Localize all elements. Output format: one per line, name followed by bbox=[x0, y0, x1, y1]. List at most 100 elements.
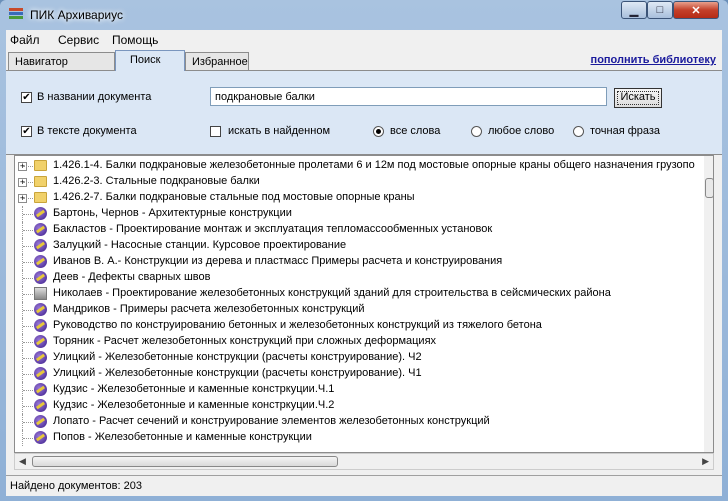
horizontal-scrollbar[interactable]: ◀ ▶ bbox=[14, 453, 714, 470]
document-icon bbox=[34, 287, 47, 300]
tree-connector bbox=[23, 246, 33, 247]
result-row[interactable]: Торяник - Расчет железобетонных конструк… bbox=[15, 334, 705, 350]
menu-file[interactable]: Файл bbox=[10, 33, 40, 47]
in-found-label: искать в найденном bbox=[228, 125, 331, 137]
any-word-radio[interactable] bbox=[471, 126, 482, 137]
tree-connector bbox=[23, 182, 33, 183]
result-row[interactable]: Мандриков - Примеры расчета железобетонн… bbox=[15, 302, 705, 318]
tree-connector bbox=[23, 294, 33, 295]
window-title: ПИК Архивариус bbox=[30, 8, 123, 22]
maximize-button[interactable]: □ bbox=[647, 1, 673, 19]
scroll-right-icon[interactable]: ▶ bbox=[702, 456, 709, 467]
tab-strip: Навигатор Поиск Избранное пополнить библ… bbox=[6, 50, 722, 71]
in-title-checkbox[interactable]: ✔ bbox=[21, 92, 32, 103]
result-title: Бакластов - Проектирование монтаж и эксп… bbox=[53, 223, 493, 235]
book-icon bbox=[34, 239, 47, 252]
app-books-icon bbox=[9, 8, 23, 19]
book-icon bbox=[34, 351, 47, 364]
horizontal-scroll-thumb[interactable] bbox=[32, 456, 338, 467]
tree-connector bbox=[23, 278, 33, 279]
tree-connector bbox=[23, 326, 33, 327]
search-panel: ✔ В названии документа Искать ✔ В тексте… bbox=[6, 71, 722, 155]
result-row[interactable]: Руководство по конструированию бетонных … bbox=[15, 318, 705, 334]
vertical-scrollbar[interactable] bbox=[704, 156, 713, 452]
close-icon: ✕ bbox=[691, 4, 701, 17]
book-icon bbox=[34, 399, 47, 412]
search-button[interactable]: Искать bbox=[614, 88, 662, 108]
tab-favorites[interactable]: Избранное bbox=[185, 52, 249, 70]
result-row[interactable]: Попов - Железобетонные и каменные констр… bbox=[15, 430, 705, 446]
result-row[interactable]: Улицкий - Железобетонные конструкции (ра… bbox=[15, 350, 705, 366]
title-bar[interactable]: ПИК Архивариус ▁ □ ✕ bbox=[0, 0, 728, 30]
tree-connector bbox=[23, 390, 33, 391]
tree-connector bbox=[23, 230, 33, 231]
vertical-scroll-thumb[interactable] bbox=[705, 178, 713, 198]
book-icon bbox=[34, 255, 47, 268]
in-text-checkbox[interactable]: ✔ bbox=[21, 126, 32, 137]
result-row[interactable]: +1.426.1-4. Балки подкрановые железобето… bbox=[15, 158, 705, 174]
exact-phrase-radio[interactable] bbox=[573, 126, 584, 137]
result-row[interactable]: Деев - Дефекты сварных швов bbox=[15, 270, 705, 286]
tree-connector bbox=[23, 374, 33, 375]
result-row[interactable]: Лопато - Расчет сечений и конструировани… bbox=[15, 414, 705, 430]
result-title: 1.426.1-4. Балки подкрановые железобетон… bbox=[53, 159, 695, 171]
tree-connector bbox=[23, 438, 33, 439]
book-icon bbox=[34, 367, 47, 380]
tree-connector bbox=[23, 198, 33, 199]
result-row[interactable]: Улицкий - Железобетонные конструкции (ра… bbox=[15, 366, 705, 382]
status-bar: Найдено документов: 203 bbox=[6, 475, 722, 496]
maximize-icon: □ bbox=[656, 4, 664, 16]
result-title: Кудзис - Железобетонные и каменные конст… bbox=[53, 383, 335, 395]
book-icon bbox=[34, 319, 47, 332]
tree-connector bbox=[23, 262, 33, 263]
exact-phrase-label: точная фраза bbox=[590, 125, 661, 137]
close-button[interactable]: ✕ bbox=[673, 1, 719, 19]
result-row[interactable]: Кудзис - Железобетонные и каменные конст… bbox=[15, 398, 705, 414]
result-title: Деев - Дефекты сварных швов bbox=[53, 271, 211, 283]
menu-service[interactable]: Сервис bbox=[58, 33, 99, 47]
tab-search[interactable]: Поиск bbox=[115, 50, 185, 71]
result-row[interactable]: Залуцкий - Насосные станции. Курсовое пр… bbox=[15, 238, 705, 254]
result-title: Улицкий - Железобетонные конструкции (ра… bbox=[53, 367, 422, 379]
in-found-checkbox[interactable] bbox=[210, 126, 221, 137]
result-row[interactable]: Николаев - Проектирование железобетонных… bbox=[15, 286, 705, 302]
book-icon bbox=[34, 223, 47, 236]
app-window: ПИК Архивариус ▁ □ ✕ Файл Сервис Помощь … bbox=[0, 0, 728, 501]
result-row[interactable]: Бартонь, Чернов - Архитектурные конструк… bbox=[15, 206, 705, 222]
menu-help[interactable]: Помощь bbox=[112, 33, 158, 47]
all-words-label: все слова bbox=[390, 125, 441, 137]
result-row[interactable]: +1.426.2-7. Балки подкрановые стальные п… bbox=[15, 190, 705, 206]
result-title: Улицкий - Железобетонные конструкции (ра… bbox=[53, 351, 422, 363]
result-title: Лопато - Расчет сечений и конструировани… bbox=[53, 415, 490, 427]
result-title: Руководство по конструированию бетонных … bbox=[53, 319, 542, 331]
result-row[interactable]: Кудзис - Железобетонные и каменные конст… bbox=[15, 382, 705, 398]
folder-icon bbox=[34, 176, 47, 187]
client-area: Файл Сервис Помощь Навигатор Поиск Избра… bbox=[6, 30, 722, 496]
book-icon bbox=[34, 383, 47, 396]
result-row[interactable]: +1.426.2-3. Стальные подкрановые балки bbox=[15, 174, 705, 190]
all-words-radio[interactable] bbox=[373, 126, 384, 137]
book-icon bbox=[34, 303, 47, 316]
search-query-input[interactable] bbox=[210, 87, 607, 106]
replenish-library-link[interactable]: пополнить библиотеку bbox=[591, 54, 716, 66]
tab-navigator[interactable]: Навигатор bbox=[8, 52, 115, 70]
tree-connector bbox=[23, 358, 33, 359]
folder-icon bbox=[34, 160, 47, 171]
in-title-label: В названии документа bbox=[37, 91, 152, 103]
folder-icon bbox=[34, 192, 47, 203]
any-word-label: любое слово bbox=[488, 125, 555, 137]
results-tree[interactable]: +1.426.1-4. Балки подкрановые железобето… bbox=[14, 155, 714, 453]
result-title: Попов - Железобетонные и каменные констр… bbox=[53, 431, 312, 443]
tree-connector bbox=[23, 422, 33, 423]
result-row[interactable]: Иванов В. А.- Конструкции из дерева и пл… bbox=[15, 254, 705, 270]
result-row[interactable]: Бакластов - Проектирование монтаж и эксп… bbox=[15, 222, 705, 238]
status-text: Найдено документов: 203 bbox=[10, 480, 142, 492]
result-title: Бартонь, Чернов - Архитектурные конструк… bbox=[53, 207, 292, 219]
scroll-left-icon[interactable]: ◀ bbox=[19, 456, 26, 467]
book-icon bbox=[34, 415, 47, 428]
result-title: Залуцкий - Насосные станции. Курсовое пр… bbox=[53, 239, 347, 251]
minimize-button[interactable]: ▁ bbox=[621, 1, 647, 19]
book-icon bbox=[34, 207, 47, 220]
minimize-icon: ▁ bbox=[629, 4, 639, 17]
result-title: Торяник - Расчет железобетонных конструк… bbox=[53, 335, 437, 347]
